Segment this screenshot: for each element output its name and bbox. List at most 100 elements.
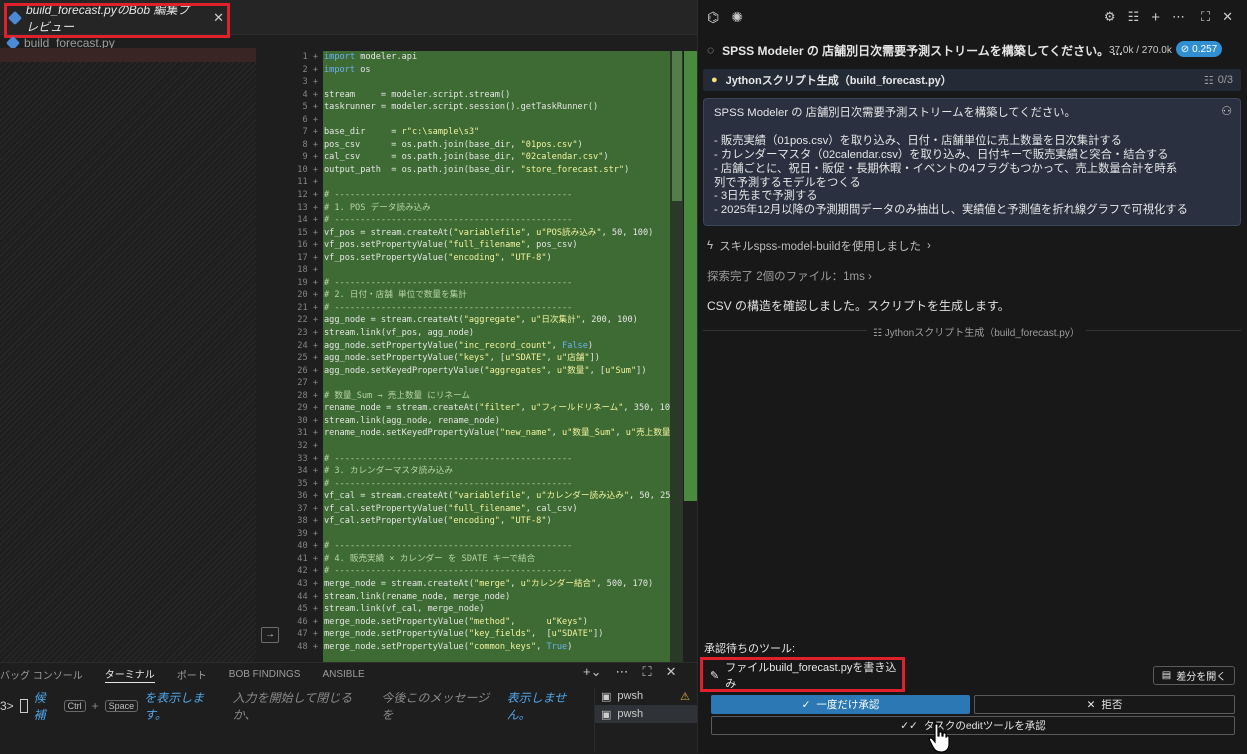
assistant-message: CSV の構造を確認しました。スクリプトを生成します。 [707, 299, 1010, 313]
skill-used-row[interactable]: ϟ スキルspss-model-buildを使用しました › [707, 238, 931, 254]
code-line[interactable]: vf_pos = stream.createAt("variablefile",… [324, 227, 670, 240]
code-line[interactable]: rename_node = stream.createAt("filter", … [324, 402, 670, 415]
reject-button[interactable]: ✕ 拒否 [974, 695, 1235, 714]
code-line[interactable]: vf_cal = stream.createAt("variablefile",… [324, 490, 670, 503]
code-line[interactable]: base_dir = r"c:\sample\s3" [324, 126, 670, 139]
tab-terminal[interactable]: ターミナル [104, 666, 155, 683]
more-icon[interactable]: ⋯ [1172, 9, 1185, 25]
overview-ruler[interactable] [684, 51, 697, 501]
code-line[interactable]: vf_pos.setPropertyValue("full_filename",… [324, 239, 670, 252]
code-line[interactable]: # --------------------------------------… [324, 189, 670, 202]
code-line[interactable]: merge_node = stream.createAt("merge", u"… [324, 578, 670, 591]
spark-icon: ✺ [731, 8, 743, 25]
annotation-highlight-write [700, 657, 905, 692]
hint-link[interactable]: 表示しません。 [507, 689, 590, 723]
code-line[interactable]: # --------------------------------------… [324, 540, 670, 553]
terminal-item[interactable]: ▣ pwsh ⚠ [595, 687, 698, 705]
info-text: 入力を開始して閉じるか、 [232, 691, 353, 722]
close-icon[interactable]: ✕ [1222, 9, 1233, 25]
code-line[interactable]: output_path = os.path.join(base_dir, "st… [324, 164, 670, 177]
code-line[interactable]: taskrunner = modeler.script.session().ge… [324, 101, 670, 114]
code-line[interactable]: import modeler.api [324, 51, 670, 64]
code-line[interactable]: agg_node.setKeyedPropertyValue("aggregat… [324, 365, 670, 378]
line-number: 23 + [297, 328, 318, 339]
line-number: 35 + [297, 478, 318, 489]
code-line[interactable]: cal_csv = os.path.join(base_dir, "02cale… [324, 151, 670, 164]
code-line[interactable]: # --------------------------------------… [324, 277, 670, 290]
code-line[interactable]: merge_node.setPropertyValue("method", u"… [324, 616, 670, 629]
arrow-right-icon[interactable]: → [261, 627, 279, 643]
code-line[interactable]: stream = modeler.script.stream() [324, 89, 670, 102]
code-line[interactable]: # 数量_Sum → 売上数量 にリネーム [324, 390, 670, 403]
prompt-line: - 販売実績（01pos.csv）を取り込み、日付・店舗単位に売上数量を日次集計… [714, 134, 1122, 147]
approve-task-button[interactable]: ✓✓ タスクのeditツールを承認 [711, 716, 1235, 735]
code-line[interactable] [324, 528, 670, 541]
plus-icon[interactable]: + [1151, 9, 1160, 26]
line-number: 43 + [297, 578, 318, 589]
code-line[interactable]: # --------------------------------------… [324, 302, 670, 315]
code-line[interactable]: agg_node.setPropertyValue("inc_record_co… [324, 340, 670, 353]
code-line[interactable] [324, 377, 670, 390]
code-line[interactable]: vf_cal.setPropertyValue("encoding", "UTF… [324, 515, 670, 528]
code-line[interactable]: vf_cal.setPropertyValue("full_filename",… [324, 503, 670, 516]
code-line[interactable]: stream.link(vf_cal, merge_node) [324, 603, 670, 616]
tab-debug-console[interactable]: バッグ コンソール [0, 667, 83, 682]
edit-user-icon[interactable]: ⚇ [1221, 104, 1232, 119]
code-line[interactable] [324, 176, 670, 189]
more-icon[interactable]: ⋯ [615, 664, 628, 682]
code-line[interactable]: stream.link(vf_pos, agg_node) [324, 327, 670, 340]
close-icon[interactable]: ✕ [666, 664, 677, 682]
code-line[interactable]: # --------------------------------------… [324, 453, 670, 466]
prompt-line: - 3日先まで予測する [714, 190, 818, 203]
line-number: 4 + [302, 89, 318, 100]
task-header[interactable]: ◌ SPSS Modeler の 店舗別日次需要予測ストリームを構築してください… [697, 36, 1247, 64]
gear-icon[interactable]: ⚙ [1104, 9, 1116, 25]
approve-once-button[interactable]: ✓ 一度だけ承認 [711, 695, 970, 714]
code-line[interactable]: # 1. POS データ読み込み [324, 202, 670, 215]
code-line[interactable]: agg_node.setPropertyValue("keys", [u"SDA… [324, 352, 670, 365]
code-line[interactable] [324, 264, 670, 277]
code-line[interactable]: # 4. 販売実績 × カレンダー を SDATE キーで結合 [324, 553, 670, 566]
line-number: 19 + [297, 277, 318, 288]
checklist-icon[interactable]: ☷ [1128, 9, 1140, 25]
code-line[interactable] [324, 114, 670, 127]
terminal-output[interactable]: 3> 候補 Ctrl + Space を表示します。 入力を開始して閉じるか、 … [0, 691, 590, 722]
hint-text: 候補 [33, 691, 46, 722]
line-number: 8 + [302, 139, 318, 150]
minimap-viewport[interactable] [672, 51, 682, 201]
code-line[interactable]: rename_node.setKeyedPropertyValue("new_n… [324, 427, 670, 440]
code-line[interactable]: merge_node.setPropertyValue("common_keys… [324, 641, 670, 654]
maximize-icon[interactable]: ⛶ [1201, 9, 1210, 25]
tab-bob-findings[interactable]: BOB FINDINGS [229, 669, 301, 680]
line-number: 36 + [297, 491, 318, 502]
code-line[interactable]: # --------------------------------------… [324, 565, 670, 578]
chevron-right-icon: › [927, 240, 931, 252]
code-line[interactable]: # --------------------------------------… [324, 478, 670, 491]
code-line[interactable]: merge_node.setPropertyValue("key_fields"… [324, 628, 670, 641]
new-terminal-icon[interactable]: +⌄ [583, 664, 601, 682]
code-line[interactable]: vf_pos.setPropertyValue("encoding", "UTF… [324, 252, 670, 265]
code-line[interactable]: # 3. カレンダーマスタ読み込み [324, 465, 670, 478]
terminal-item[interactable]: ▣ pwsh [595, 705, 698, 723]
code-line[interactable]: agg_node = stream.createAt("aggregate", … [324, 314, 670, 327]
divider-label: ☷ Jythonスクリプト生成（build_forecast.py） [867, 324, 1086, 339]
explore-row[interactable]: 探索完了 2個のファイル：1ms › [707, 268, 872, 284]
code-line[interactable]: stream.link(agg_node, rename_node) [324, 415, 670, 428]
code-line[interactable] [324, 76, 670, 89]
open-diff-button[interactable]: ▤ 差分を開く [1153, 666, 1235, 685]
todo-row[interactable]: ● Jythonスクリプト生成（build_forecast.py） ☷ 0/3 [703, 69, 1241, 91]
maximize-icon[interactable]: ⛶ [642, 664, 651, 682]
tab-ansible[interactable]: ANSIBLE [322, 669, 364, 680]
line-number: 22 + [297, 315, 318, 326]
tab-ports[interactable]: ポート [177, 667, 207, 682]
code-line[interactable]: stream.link(rename_node, merge_node) [324, 591, 670, 604]
code-line[interactable]: pos_csv = os.path.join(base_dir, "01pos.… [324, 139, 670, 152]
code-line[interactable]: # --------------------------------------… [324, 214, 670, 227]
cost-badge: ⊘ 0.257 [1176, 41, 1222, 57]
hint-text2: を表示します。 [144, 691, 205, 722]
code-line[interactable]: # 2. 日付・店舗 単位で数量を集計 [324, 289, 670, 302]
code-line[interactable]: import os [324, 64, 670, 77]
line-number: 30 + [297, 415, 318, 426]
code-line[interactable] [324, 440, 670, 453]
code-content[interactable]: import modeler.api import os stream = mod… [324, 51, 670, 662]
